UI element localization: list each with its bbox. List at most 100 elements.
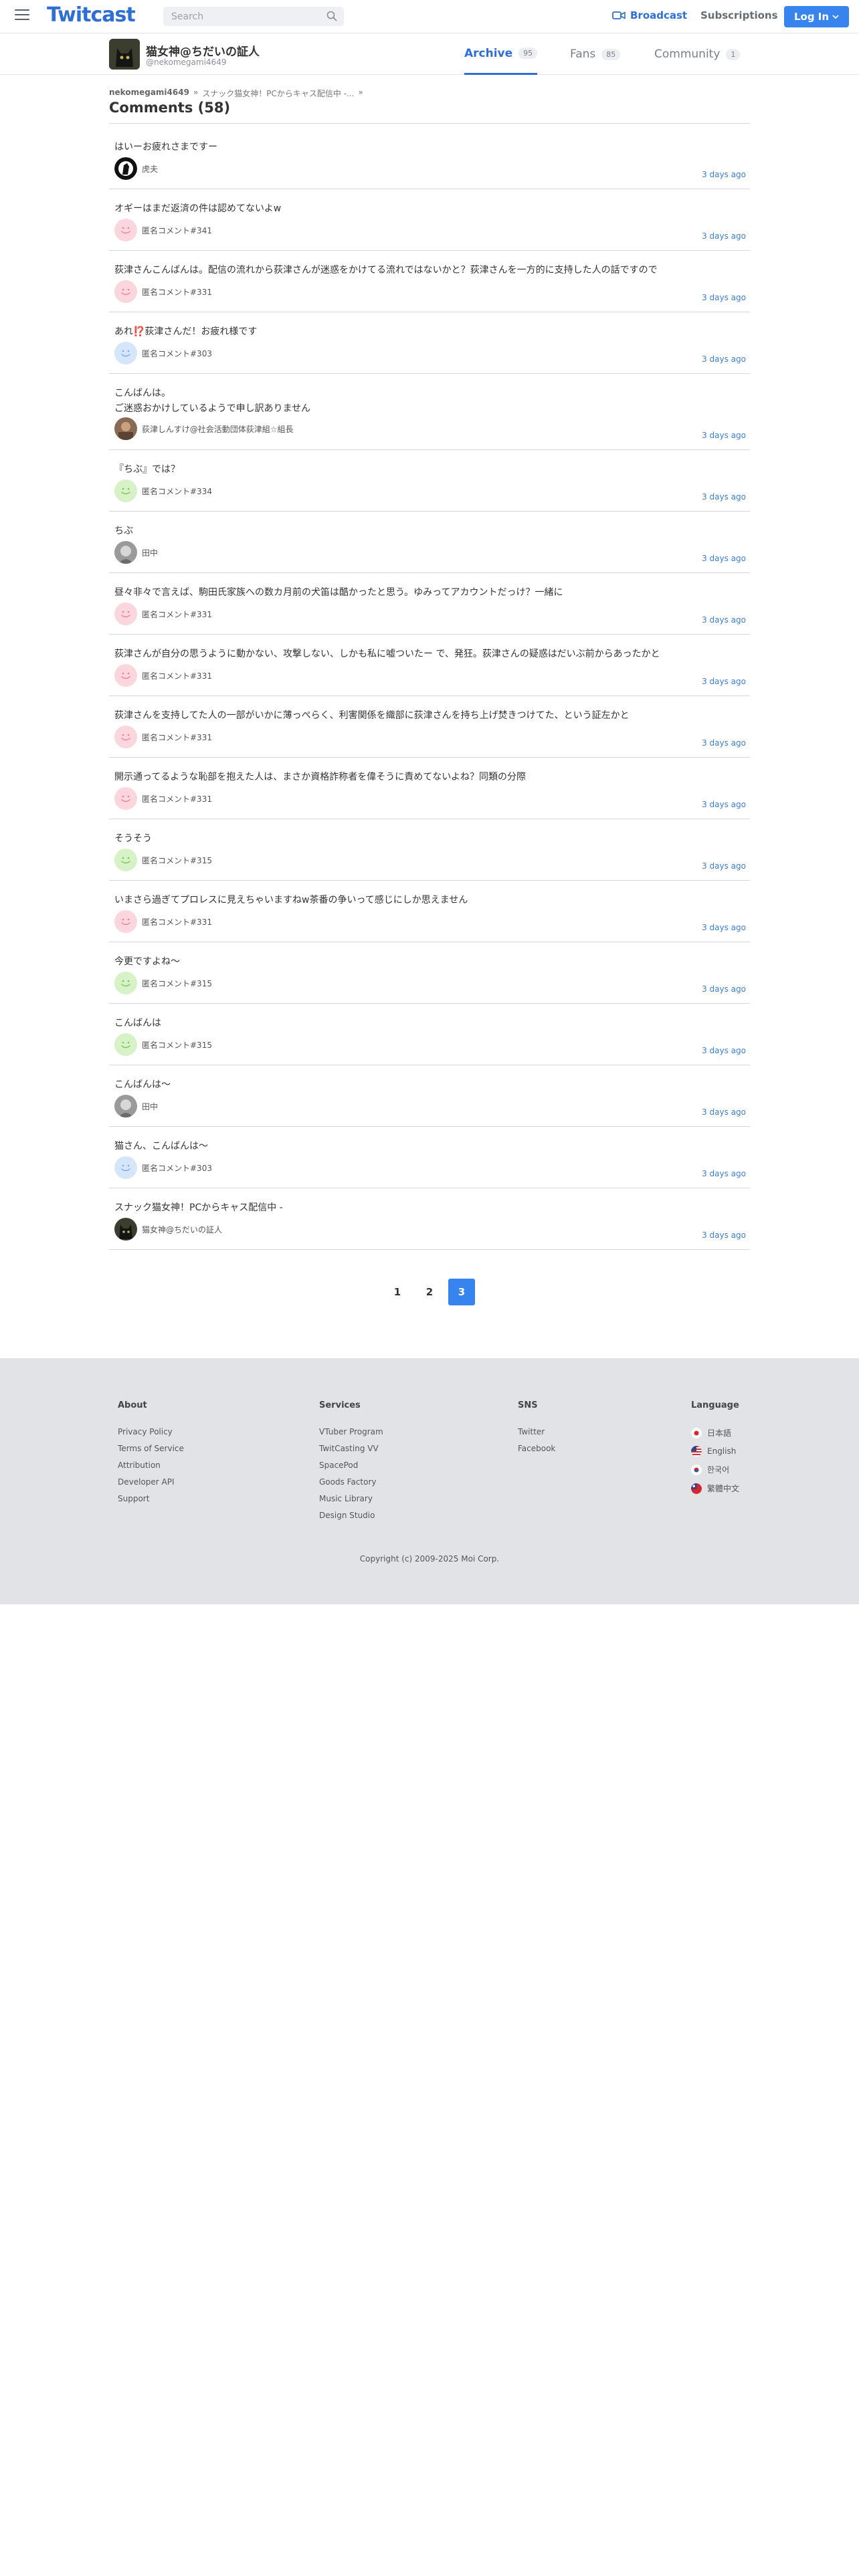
anonymous-avatar-icon[interactable] bbox=[114, 342, 137, 364]
language-option-korean[interactable]: 한국어 bbox=[691, 1464, 739, 1475]
comment-author-name[interactable]: 猫女神@ちだいの証人 bbox=[142, 1224, 222, 1235]
footer-link-privacy-policy[interactable]: Privacy Policy bbox=[118, 1427, 184, 1436]
avatar[interactable] bbox=[114, 1218, 137, 1241]
breadcrumb-user[interactable]: nekomegami4649 bbox=[109, 88, 189, 99]
twitcast-logo[interactable]: Twitcast bbox=[47, 3, 136, 27]
login-button[interactable]: Log In bbox=[784, 6, 849, 27]
comment-author-name[interactable]: 匿名コメント#331 bbox=[142, 609, 212, 620]
comment-author[interactable]: 荻津しんすけ@社会活動団体荻津組☆組長 bbox=[114, 417, 294, 440]
comment-author-name[interactable]: 匿名コメント#341 bbox=[142, 225, 212, 236]
comment-author-name[interactable]: 匿名コメント#303 bbox=[142, 1162, 212, 1174]
comment-author[interactable]: 匿名コメント#303 bbox=[114, 1156, 212, 1179]
comment-author-name[interactable]: 田中 bbox=[142, 1101, 158, 1112]
footer-link-twitter[interactable]: Twitter bbox=[518, 1427, 555, 1436]
avatar[interactable] bbox=[114, 541, 137, 564]
comment-author[interactable]: 匿名コメント#315 bbox=[114, 972, 212, 994]
tab-archive[interactable]: Archive 95 bbox=[464, 33, 538, 75]
language-option-japanese[interactable]: 日本語 bbox=[691, 1427, 739, 1438]
comment-author[interactable]: 匿名コメント#331 bbox=[114, 910, 212, 933]
comment-author[interactable]: 匿名コメント#315 bbox=[114, 849, 212, 871]
footer-link-developer-api[interactable]: Developer API bbox=[118, 1477, 184, 1487]
anonymous-avatar-icon[interactable] bbox=[114, 910, 137, 933]
language-option-traditional-chinese[interactable]: 繁體中文 bbox=[691, 1483, 739, 1494]
footer-link-attribution[interactable]: Attribution bbox=[118, 1461, 184, 1470]
anonymous-avatar-icon[interactable] bbox=[114, 280, 137, 303]
hamburger-menu-icon[interactable] bbox=[15, 9, 29, 23]
language-option-english[interactable]: English bbox=[691, 1446, 739, 1457]
footer-link-spacepod[interactable]: SpacePod bbox=[319, 1461, 383, 1470]
comment-author-name[interactable]: 匿名コメント#303 bbox=[142, 348, 212, 359]
comment-timestamp[interactable]: 3 days ago bbox=[702, 231, 746, 241]
comment-timestamp[interactable]: 3 days ago bbox=[702, 431, 746, 440]
comment-timestamp[interactable]: 3 days ago bbox=[702, 293, 746, 302]
broadcast-link[interactable]: Broadcast bbox=[612, 9, 687, 21]
comment-author[interactable]: 匿名コメント#331 bbox=[114, 787, 212, 810]
avatar[interactable] bbox=[114, 1095, 137, 1117]
anonymous-avatar-icon[interactable] bbox=[114, 726, 137, 748]
comment-author-name[interactable]: 匿名コメント#315 bbox=[142, 855, 212, 866]
footer-link-design-studio[interactable]: Design Studio bbox=[319, 1511, 383, 1520]
anonymous-avatar-icon[interactable] bbox=[114, 787, 137, 810]
comment-author-name[interactable]: 匿名コメント#331 bbox=[142, 916, 212, 928]
comment-timestamp[interactable]: 3 days ago bbox=[702, 738, 746, 748]
comment-timestamp[interactable]: 3 days ago bbox=[702, 492, 746, 502]
comment-author[interactable]: 田中 bbox=[114, 1095, 158, 1117]
footer-link-twitcasting-vv[interactable]: TwitCasting VV bbox=[319, 1444, 383, 1453]
search-box[interactable] bbox=[163, 7, 344, 26]
footer-link-goods-factory[interactable]: Goods Factory bbox=[319, 1477, 383, 1487]
comment-timestamp[interactable]: 3 days ago bbox=[702, 800, 746, 809]
page-button[interactable]: 2 bbox=[416, 1279, 443, 1305]
comment-author-name[interactable]: 田中 bbox=[142, 547, 158, 558]
anonymous-avatar-icon[interactable] bbox=[114, 664, 137, 687]
footer-link-facebook[interactable]: Facebook bbox=[518, 1444, 555, 1453]
comment-timestamp[interactable]: 3 days ago bbox=[702, 1046, 746, 1055]
comment-author-name[interactable]: 匿名コメント#331 bbox=[142, 670, 212, 681]
comment-author[interactable]: 匿名コメント#331 bbox=[114, 664, 212, 687]
comment-author[interactable]: 匿名コメント#334 bbox=[114, 479, 212, 502]
comment-timestamp[interactable]: 3 days ago bbox=[702, 554, 746, 563]
comment-author-name[interactable]: 匿名コメント#334 bbox=[142, 486, 212, 497]
anonymous-avatar-icon[interactable] bbox=[114, 219, 137, 241]
comment-author[interactable]: 匿名コメント#303 bbox=[114, 342, 212, 364]
comment-author-name[interactable]: 匿名コメント#331 bbox=[142, 286, 212, 298]
comment-timestamp[interactable]: 3 days ago bbox=[702, 354, 746, 364]
anonymous-avatar-icon[interactable] bbox=[114, 479, 137, 502]
anonymous-avatar-icon[interactable] bbox=[114, 1156, 137, 1179]
page-button[interactable]: 3 bbox=[448, 1279, 475, 1305]
comment-author[interactable]: 田中 bbox=[114, 541, 158, 564]
footer-link-music-library[interactable]: Music Library bbox=[319, 1494, 383, 1503]
comment-timestamp[interactable]: 3 days ago bbox=[702, 1107, 746, 1117]
comment-author[interactable]: 虎夫 bbox=[114, 157, 158, 180]
comment-author-name[interactable]: 匿名コメント#331 bbox=[142, 793, 212, 804]
comment-author-name[interactable]: 荻津しんすけ@社会活動団体荻津組☆組長 bbox=[142, 423, 294, 435]
anonymous-avatar-icon[interactable] bbox=[114, 849, 137, 871]
comment-author-name[interactable]: 匿名コメント#315 bbox=[142, 978, 212, 989]
comment-author-name[interactable]: 虎夫 bbox=[142, 163, 158, 175]
tab-community[interactable]: Community 1 bbox=[654, 33, 741, 75]
avatar[interactable] bbox=[114, 157, 137, 180]
anonymous-avatar-icon[interactable] bbox=[114, 603, 137, 625]
comment-author-name[interactable]: 匿名コメント#315 bbox=[142, 1039, 212, 1051]
comment-timestamp[interactable]: 3 days ago bbox=[702, 984, 746, 994]
avatar[interactable] bbox=[114, 417, 137, 440]
comment-author[interactable]: 匿名コメント#341 bbox=[114, 219, 212, 241]
page-button[interactable]: 1 bbox=[384, 1279, 411, 1305]
comment-author[interactable]: 匿名コメント#331 bbox=[114, 726, 212, 748]
comment-timestamp[interactable]: 3 days ago bbox=[702, 861, 746, 871]
tab-fans[interactable]: Fans 85 bbox=[570, 33, 621, 75]
comment-timestamp[interactable]: 3 days ago bbox=[702, 170, 746, 179]
footer-link-terms-of-service[interactable]: Terms of Service bbox=[118, 1444, 184, 1453]
breadcrumb-movie[interactable]: スナック猫女神！PCからキャス配信中 -... bbox=[202, 88, 354, 99]
anonymous-avatar-icon[interactable] bbox=[114, 972, 137, 994]
search-input[interactable] bbox=[163, 7, 310, 26]
search-icon[interactable] bbox=[326, 11, 337, 21]
comment-author[interactable]: 猫女神@ちだいの証人 bbox=[114, 1218, 222, 1241]
subscriptions-link[interactable]: Subscriptions bbox=[700, 9, 778, 21]
footer-link-support[interactable]: Support bbox=[118, 1494, 184, 1503]
profile-name[interactable]: 猫女神@ちだいの証人 bbox=[146, 42, 260, 59]
anonymous-avatar-icon[interactable] bbox=[114, 1033, 137, 1056]
avatar[interactable] bbox=[109, 39, 140, 70]
comment-timestamp[interactable]: 3 days ago bbox=[702, 1230, 746, 1240]
comment-author-name[interactable]: 匿名コメント#331 bbox=[142, 732, 212, 743]
comment-author[interactable]: 匿名コメント#331 bbox=[114, 603, 212, 625]
